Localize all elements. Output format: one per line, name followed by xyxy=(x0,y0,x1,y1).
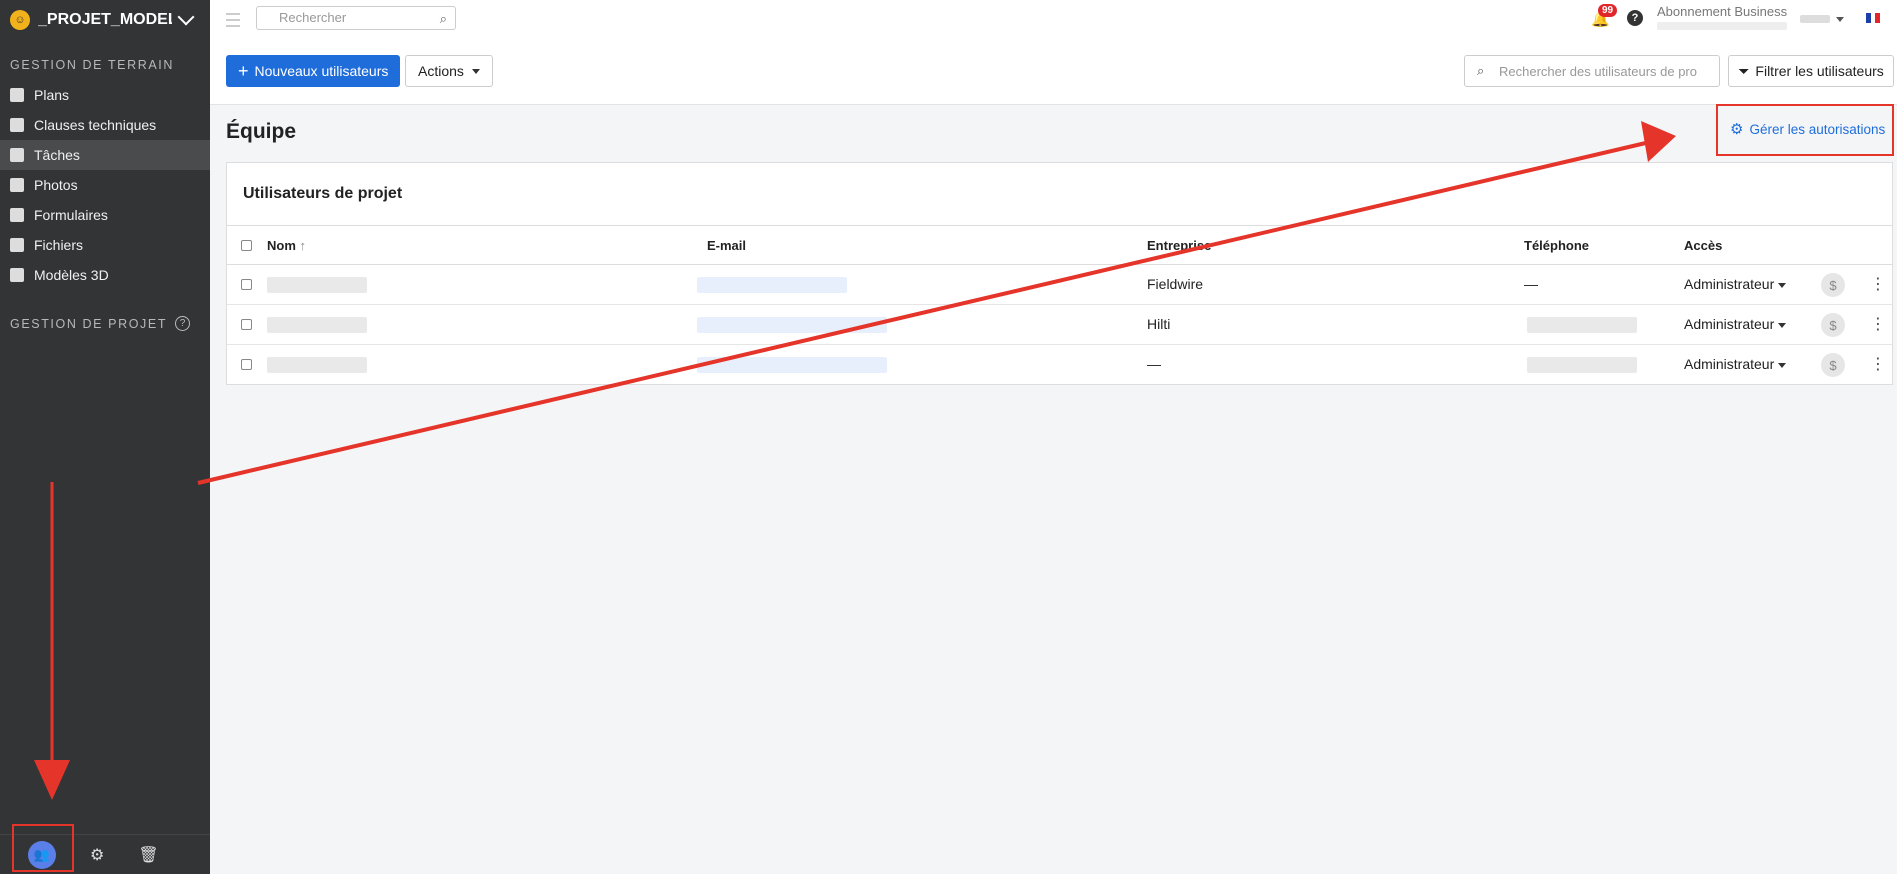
user-phone-redacted xyxy=(1527,317,1637,333)
search-icon: ⌕ xyxy=(1477,63,1485,78)
help-icon[interactable]: ? xyxy=(1627,10,1643,26)
column-company[interactable]: Entreprise xyxy=(1147,238,1211,253)
caret-down-icon xyxy=(1778,362,1787,368)
user-email-redacted xyxy=(697,317,887,333)
chevron-down-icon xyxy=(177,8,195,26)
notification-badge: 99 xyxy=(1598,4,1618,17)
caret-down-icon xyxy=(1778,282,1787,288)
access-dropdown[interactable]: Administrateur xyxy=(1684,356,1787,372)
toolbar: + Nouveaux utilisateurs Actions ⌕ Recher… xyxy=(210,38,1897,105)
annotation-highlight-team xyxy=(12,824,74,872)
user-company: — xyxy=(1147,356,1161,372)
column-access[interactable]: Accès xyxy=(1684,238,1722,253)
sidebar: ☺ _PROJET_MODELE... GESTION DE TERRAIN P… xyxy=(0,0,210,874)
column-name[interactable]: Nom ↑ xyxy=(267,238,306,253)
user-phone-redacted xyxy=(1527,357,1637,373)
sidebar-item-photos[interactable]: Photos xyxy=(0,170,210,200)
sidebar-item-technical-clauses[interactable]: Clauses techniques xyxy=(0,110,210,140)
select-all-checkbox[interactable] xyxy=(241,240,252,251)
project-name: _PROJET_MODELE... xyxy=(38,11,172,28)
project-users-card: Utilisateurs de projet Nom ↑ E-mail Entr… xyxy=(226,162,1893,385)
subscription-label: Abonnement Business xyxy=(1657,4,1788,19)
annotation-highlight-permissions xyxy=(1716,104,1894,156)
actions-dropdown[interactable]: Actions xyxy=(405,55,493,87)
user-email-redacted xyxy=(697,277,847,293)
page-title: Équipe xyxy=(226,120,297,143)
annotation-arrowhead-diagonal xyxy=(1641,121,1676,162)
search-icon: ⌕ xyxy=(439,11,447,26)
column-phone[interactable]: Téléphone xyxy=(1524,238,1589,253)
sidebar-item-forms[interactable]: Formulaires xyxy=(0,200,210,230)
filter-icon: ⏷ xyxy=(1738,62,1750,79)
table-header: Nom ↑ E-mail Entreprise Téléphone Accès xyxy=(227,225,1892,265)
new-users-button[interactable]: + Nouveaux utilisateurs xyxy=(226,55,401,87)
section-field-management: GESTION DE TERRAIN xyxy=(10,58,175,72)
user-name-redacted xyxy=(267,317,367,333)
project-logo-icon: ☺ xyxy=(10,10,30,30)
question-icon[interactable]: ? xyxy=(175,316,191,331)
cube-icon xyxy=(10,268,24,282)
plus-icon: + xyxy=(238,61,249,81)
table-row[interactable]: — Administrateur $ ⋮ xyxy=(227,345,1892,385)
user-name-redacted xyxy=(267,357,367,373)
more-options-icon[interactable]: ⋮ xyxy=(1870,314,1886,334)
user-menu-redacted[interactable] xyxy=(1800,15,1830,23)
row-checkbox[interactable] xyxy=(241,359,252,370)
sort-arrow-up-icon: ↑ xyxy=(299,238,307,253)
caret-down-icon xyxy=(471,68,480,74)
access-dropdown[interactable]: Administrateur xyxy=(1684,276,1787,292)
gear-icon[interactable]: ⚙ xyxy=(90,845,104,865)
sidebar-item-3d-models[interactable]: Modèles 3D xyxy=(0,260,210,290)
user-email-redacted xyxy=(697,357,887,373)
more-options-icon[interactable]: ⋮ xyxy=(1870,354,1886,374)
more-options-icon[interactable]: ⋮ xyxy=(1870,274,1886,294)
plans-icon xyxy=(10,88,24,102)
caret-down-icon[interactable] xyxy=(1836,17,1844,22)
user-company: Hilti xyxy=(1147,316,1171,332)
trash-icon[interactable]: 🗑 xyxy=(138,845,158,865)
row-checkbox[interactable] xyxy=(241,319,252,330)
table-row[interactable]: Fieldwire — Administrateur $ ⋮ xyxy=(227,265,1892,305)
global-search-input[interactable]: Rechercher ⌕ xyxy=(256,6,456,30)
list-icon xyxy=(10,148,24,162)
menu-icon[interactable] xyxy=(226,13,240,27)
topbar: Rechercher ⌕ 🔔 99 ? Abonnement Business xyxy=(210,0,1897,39)
billing-disabled-icon[interactable]: $ xyxy=(1821,273,1845,297)
clipboard-icon xyxy=(10,208,24,222)
project-switcher[interactable]: ☺ _PROJET_MODELE... xyxy=(0,0,210,40)
sidebar-item-tasks[interactable]: Tâches xyxy=(0,140,210,170)
account-name-redacted xyxy=(1657,22,1787,30)
sidebar-item-files[interactable]: Fichiers xyxy=(0,230,210,260)
french-flag-icon[interactable] xyxy=(1866,13,1881,23)
user-search-input[interactable]: ⌕ Rechercher des utilisateurs de pro xyxy=(1464,55,1720,87)
section-project-management[interactable]: GESTION DE PROJET ? xyxy=(0,316,210,331)
billing-disabled-icon[interactable]: $ xyxy=(1821,313,1845,337)
camera-icon xyxy=(10,178,24,192)
book-icon xyxy=(10,118,24,132)
card-title: Utilisateurs de projet xyxy=(243,185,403,202)
access-dropdown[interactable]: Administrateur xyxy=(1684,316,1787,332)
filter-users-button[interactable]: ⏷ Filtrer les utilisateurs xyxy=(1728,55,1894,87)
table-row[interactable]: Hilti Administrateur $ ⋮ xyxy=(227,305,1892,345)
sidebar-item-plans[interactable]: Plans xyxy=(0,80,210,110)
billing-disabled-icon[interactable]: $ xyxy=(1821,353,1845,377)
paperclip-icon xyxy=(10,238,24,252)
user-name-redacted xyxy=(267,277,367,293)
row-checkbox[interactable] xyxy=(241,279,252,290)
user-phone: — xyxy=(1524,276,1538,292)
user-company: Fieldwire xyxy=(1147,276,1204,292)
column-email[interactable]: E-mail xyxy=(707,238,746,253)
caret-down-icon xyxy=(1778,322,1787,328)
